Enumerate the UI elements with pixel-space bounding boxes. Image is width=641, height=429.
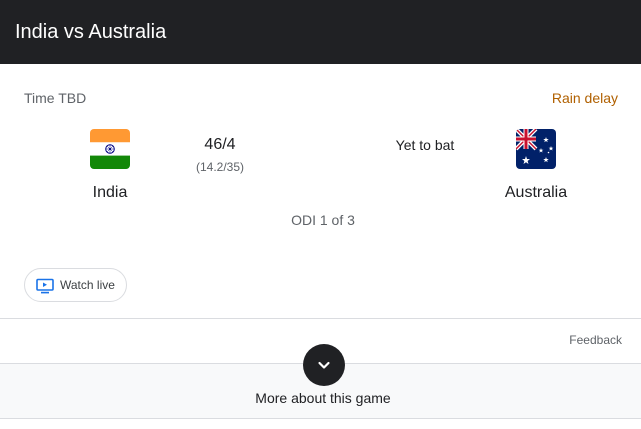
- divider: [0, 318, 641, 319]
- watch-live-label: Watch live: [60, 278, 115, 292]
- match-time: Time TBD: [24, 90, 87, 106]
- team-name-australia[interactable]: Australia: [476, 184, 596, 202]
- team-name-india[interactable]: India: [50, 184, 170, 202]
- watch-live-button[interactable]: Watch live: [24, 268, 127, 302]
- series-info: ODI 1 of 3: [291, 212, 355, 228]
- live-tv-icon: [36, 278, 54, 294]
- india-flag-icon: [90, 129, 130, 169]
- chevron-down-icon: [318, 361, 330, 369]
- feedback-link[interactable]: Feedback: [569, 333, 622, 347]
- more-about-game-label: More about this game: [255, 390, 391, 406]
- expand-button[interactable]: [303, 344, 345, 386]
- header: India vs Australia: [0, 0, 641, 64]
- match-title: India vs Australia: [15, 21, 167, 43]
- match-card: Time TBD Rain delay India Australia 46/4…: [0, 64, 641, 319]
- india-score: 46/4: [204, 136, 236, 153]
- match-status: Rain delay: [551, 90, 618, 106]
- australia-flag-icon: [516, 129, 556, 169]
- india-overs: (14.2/35): [195, 160, 245, 174]
- australia-score-status: Yet to bat: [395, 137, 455, 153]
